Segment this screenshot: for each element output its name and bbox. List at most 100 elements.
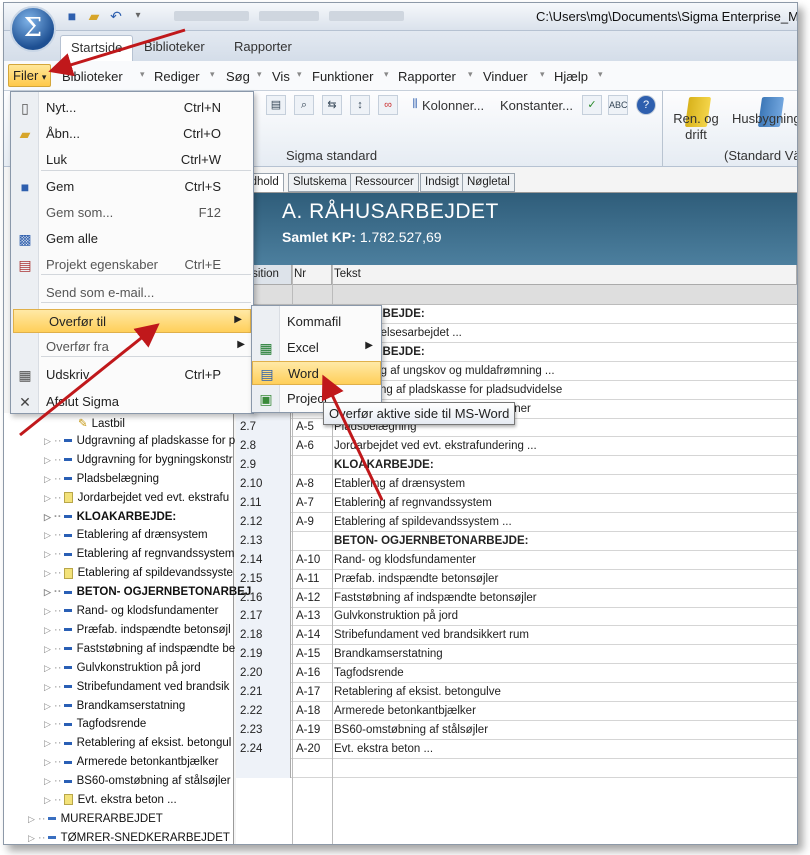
table-row[interactable]: 2.8 A-6 Jordarbejdet ved evt. ekstrafunder… (236, 437, 797, 457)
application-orb-button[interactable]: Σ (10, 6, 56, 52)
file-menu-item-gem-alle[interactable]: ▩ Gem alle (11, 227, 253, 251)
tree-item[interactable]: ▷ ·· KLOAKARBEJDE: (44, 511, 176, 523)
help-icon[interactable]: ? (636, 95, 656, 115)
tab-slutskema[interactable]: Slutskema (288, 173, 352, 192)
file-menu-item-abn[interactable]: ▰ Åbn... Ctrl+O (11, 122, 253, 146)
menu-funktioner[interactable]: Funktioner (312, 69, 373, 84)
expand-icon[interactable]: ▷ (44, 644, 51, 654)
tree-item[interactable]: ▷ ·· BETON- OGJERNBETONARBEJ (44, 586, 251, 598)
tree-item[interactable]: ▷ ·· Gulvkonstruktion på jord (44, 662, 201, 674)
table-row[interactable]: 2.7 A-5 Pladsbelægning (236, 418, 797, 438)
tree-item[interactable]: ✎ Lastbil (78, 416, 125, 430)
expand-icon[interactable]: ▷ (44, 474, 51, 484)
tree-item[interactable]: ▷ ·· Etablering af spildevandssyste (44, 567, 233, 579)
expand-icon[interactable]: ▷ (28, 814, 35, 824)
expand-icon[interactable]: ▷ (44, 776, 51, 786)
tree-item[interactable]: ▷ ·· Evt. ekstra beton ... (44, 794, 177, 806)
tree-item[interactable]: ▷ ·· Faststøbning af indspændte be (44, 643, 235, 655)
tab-biblioteker[interactable]: Biblioteker (144, 39, 205, 54)
expand-icon[interactable]: ▷ (44, 701, 51, 711)
menu-vinduer[interactable]: Vinduer (483, 69, 528, 84)
column-header-nr[interactable]: Nr (292, 265, 332, 285)
tab-ressourcer[interactable]: Ressourcer (350, 173, 419, 192)
tree-item[interactable]: ▷ ·· Etablering af regnvandssystem (44, 548, 234, 560)
table-row[interactable]: 2.13 BETON- OGJERNBETONARBEJDE: (236, 531, 797, 551)
tree-item[interactable]: ▷ ·· TØMRER-SNEDKERARBEJDET (28, 832, 230, 844)
menu-biblioteker[interactable]: Biblioteker (62, 69, 123, 84)
table-row[interactable]: 2.17 A-13 Gulvkonstruktion på jord (236, 607, 797, 627)
tree-item[interactable]: ▷ ·· Jordarbejdet ved evt. ekstrafu (44, 492, 229, 504)
tree-item[interactable]: ▷ ·· Stribefundament ved brandsik (44, 681, 229, 693)
expand-icon[interactable]: ▷ (44, 549, 51, 559)
tab-startside[interactable]: Startside (60, 35, 134, 61)
submenu-item-word[interactable]: ▤ Word (252, 361, 381, 385)
tree-item[interactable]: ▷ ·· Etablering af drænsystem (44, 529, 208, 541)
table-row[interactable]: 2.11 A-7 Etablering af regnvandssystem (236, 494, 797, 513)
tree-item[interactable]: ▷ ·· Retablering af eksist. betongul (44, 737, 231, 749)
tree-item[interactable]: ▷ ·· Præfab. indspændte betonsøjl (44, 624, 231, 636)
table-row[interactable]: 2.9 KLOAKARBEJDE: (236, 456, 797, 476)
link-icon[interactable]: ∞ (378, 95, 398, 115)
open-folder-icon[interactable]: ▰ (86, 8, 102, 24)
husbygning-button[interactable]: Husbygning (732, 111, 797, 127)
table-row[interactable]: 2.15 A-11 Præfab. indspændte betonsøjler (236, 569, 797, 589)
table-row[interactable]: 2.24 A-20 Evt. ekstra beton ... (236, 739, 797, 759)
expand-icon[interactable]: ▷ (44, 682, 51, 692)
spellcheck-icon[interactable]: ABC (608, 95, 628, 115)
expand-icon[interactable]: ▷ (44, 568, 51, 578)
customize-qat-icon[interactable]: ▾ (130, 8, 146, 24)
table-row-empty[interactable] (236, 758, 797, 778)
expand-icon[interactable]: ▷ (44, 530, 51, 540)
file-menu-item-gem[interactable]: ■ Gem Ctrl+S (11, 175, 253, 199)
tree-item[interactable]: ▷ ·· BS60-omstøbning af stålsøjler (44, 775, 231, 787)
table-row[interactable]: 2.18 A-14 Stribefundament ved brandsikkert… (236, 626, 797, 646)
tab-indsigt[interactable]: Indsigt (420, 173, 464, 192)
tab-nogletal[interactable]: Nøgletal (462, 173, 515, 192)
expand-icon[interactable]: ▷ (44, 455, 51, 465)
undo-icon[interactable]: ↶ (108, 8, 124, 24)
sort-icon[interactable]: ↕ (350, 95, 370, 115)
expand-icon[interactable]: ▷ (44, 795, 51, 805)
menu-sog[interactable]: Søg (226, 69, 250, 84)
table-row[interactable]: 2.19 A-15 Brandkamserstatning (236, 645, 797, 665)
tree-item[interactable]: ▷ ·· Brandkamserstatning (44, 700, 185, 712)
table-row[interactable]: 2.20 A-16 Tagfodsrende (236, 664, 797, 684)
tree-item[interactable]: ▷ ·· Armerede betonkantbjælker (44, 756, 219, 768)
copy-icon[interactable]: ▤ (266, 95, 286, 115)
table-row[interactable]: 2.23 A-19 BS60-omstøbning af stålsøjler (236, 720, 797, 740)
file-menu-item-overfor-til[interactable]: Overfør til ▶ (13, 309, 251, 333)
file-menu-item-afslut-sigma[interactable]: ✕ Afslut Sigma (11, 390, 253, 414)
expand-icon[interactable]: ▷ (44, 738, 51, 748)
table-row[interactable]: 2.16 A-12 Faststøbning af indspændte beton… (236, 588, 797, 608)
file-menu-item-udskriv[interactable]: ▦ Udskriv Ctrl+P (11, 363, 253, 387)
expand-icon[interactable]: ▷ (44, 436, 51, 446)
table-row[interactable]: 2.12 A-9 Etablering af spildevandssystem .… (236, 512, 797, 532)
tree-item[interactable]: ▷ ·· Pladsbelægning (44, 473, 159, 485)
expand-icon[interactable]: ▷ (44, 625, 51, 635)
file-menu-item-nyt[interactable]: ▯ Nyt... Ctrl+N (11, 96, 253, 120)
expand-icon[interactable]: ▷ (44, 512, 51, 522)
expand-icon[interactable]: ▷ (44, 663, 51, 673)
table-row[interactable]: 2.10 A-8 Etablering af drænsystem (236, 475, 797, 495)
expand-icon[interactable]: ▷ (44, 757, 51, 767)
find-icon[interactable]: ⌕ (294, 95, 314, 115)
submenu-item-excel[interactable]: ▦ Excel ▶ (252, 336, 381, 360)
tree-item[interactable]: ▷ ·· Udgravning for bygningskonstr (44, 454, 233, 466)
menu-vis[interactable]: Vis (272, 69, 290, 84)
expand-icon[interactable]: ▷ (44, 606, 51, 616)
expand-icon[interactable]: ▷ (44, 719, 51, 729)
tree-item[interactable]: ▷ ·· Rand- og klodsfundamenter (44, 605, 219, 617)
kolonner-button[interactable]: Kolonner... (422, 98, 484, 113)
tree-item[interactable]: ▷ ·· Tagfodsrende (44, 718, 146, 730)
save-icon[interactable]: ■ (64, 8, 80, 24)
file-menu-item-gem-som[interactable]: Gem som... F12 (11, 201, 253, 225)
menu-rapporter[interactable]: Rapporter (398, 69, 456, 84)
table-row[interactable]: 2.14 A-10 Rand- og klodsfundamenter (236, 550, 797, 570)
table-row[interactable]: 2.22 A-18 Armerede betonkantbjælker (236, 701, 797, 721)
table-row[interactable]: 2.21 A-17 Retablering af eksist. betongulv… (236, 683, 797, 702)
submenu-item-kommafil[interactable]: Kommafil (252, 310, 381, 334)
menu-rediger[interactable]: Rediger (154, 69, 200, 84)
expand-icon[interactable]: ▷ (44, 493, 51, 503)
file-menu-item-luk[interactable]: Luk Ctrl+W (11, 148, 253, 172)
ren-og-drift-button[interactable]: Ren. og drift (668, 111, 724, 143)
